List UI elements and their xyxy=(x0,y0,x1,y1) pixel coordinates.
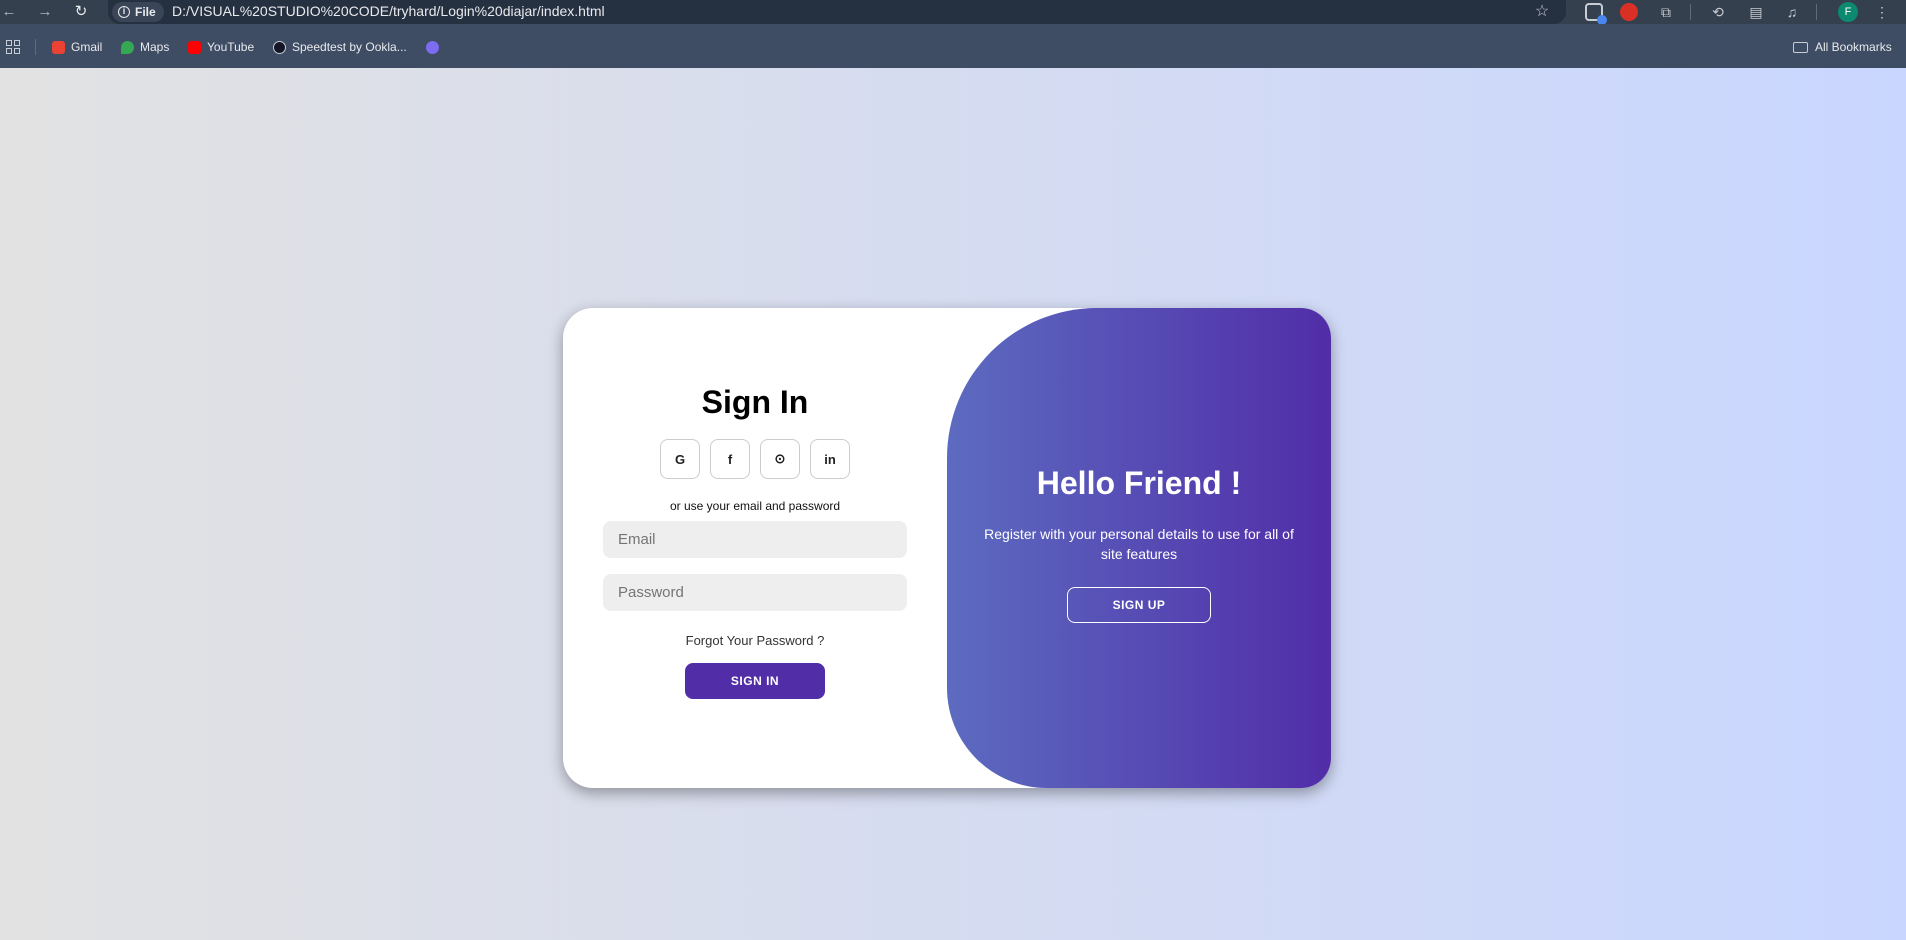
folder-icon xyxy=(1793,41,1808,53)
bookmarks-divider xyxy=(35,39,36,55)
bookmark-label: Speedtest by Ookla... xyxy=(292,40,407,54)
forgot-password-link[interactable]: Forgot Your Password ? xyxy=(686,633,825,648)
bookmark-youtube[interactable]: YouTube xyxy=(188,37,254,57)
alt-login-hint: or use your email and password xyxy=(669,499,841,513)
bookmark-maps[interactable]: Maps xyxy=(121,37,169,57)
sign-in-panel: Sign In G f ⊙ in or use your email and p… xyxy=(563,308,947,788)
extension-red-icon[interactable] xyxy=(1620,3,1638,21)
url-text[interactable]: D:/VISUAL%20STUDIO%20CODE/tryhard/Login%… xyxy=(172,0,605,24)
password-field[interactable] xyxy=(603,574,907,611)
app-shortcut-icon xyxy=(426,40,439,54)
login-card: Sign In G f ⊙ in or use your email and p… xyxy=(563,308,1331,788)
maps-pin-icon xyxy=(121,40,134,54)
all-bookmarks-button[interactable]: All Bookmarks xyxy=(1793,37,1892,57)
facebook-icon[interactable]: f xyxy=(710,439,750,479)
media-controls-icon[interactable]: ♫ xyxy=(1782,2,1802,22)
linkedin-icon[interactable]: in xyxy=(810,439,850,479)
reading-mode-icon[interactable]: ▤ xyxy=(1746,2,1766,22)
sign-in-title: Sign In xyxy=(701,384,809,420)
bookmark-speedtest[interactable]: Speedtest by Ookla... xyxy=(273,37,407,57)
extensions-puzzle-icon[interactable]: ⧉ xyxy=(1656,2,1676,22)
toolbar-divider xyxy=(1690,4,1691,20)
profile-avatar[interactable]: F xyxy=(1838,2,1858,22)
browser-toolbar: ← → ↻ i File D:/VISUAL%20STUDIO%20CODE/t… xyxy=(0,0,1906,25)
sign-up-button[interactable]: SIGN UP xyxy=(1067,587,1211,623)
back-icon[interactable]: ← xyxy=(0,2,20,22)
social-login-group: G f ⊙ in xyxy=(660,439,850,479)
bookmark-label: Gmail xyxy=(71,40,103,54)
speedtest-icon xyxy=(273,40,286,54)
toggle-title: Hello Friend ! xyxy=(1036,465,1242,501)
extension-icon[interactable] xyxy=(1585,3,1607,25)
file-chip-label: File xyxy=(135,5,156,19)
bookmark-label: Maps xyxy=(140,40,170,54)
toolbar-divider xyxy=(1816,4,1817,20)
toggle-description: Register with your personal details to u… xyxy=(984,526,1294,562)
email-field[interactable] xyxy=(603,521,907,558)
gmail-icon xyxy=(52,40,65,54)
youtube-icon xyxy=(188,40,201,54)
info-icon: i xyxy=(118,6,130,18)
all-bookmarks-label: All Bookmarks xyxy=(1815,40,1892,54)
history-icon[interactable]: ⟲ xyxy=(1708,2,1728,22)
address-bar[interactable]: i File D:/VISUAL%20STUDIO%20CODE/tryhard… xyxy=(108,0,1566,24)
apps-grid-icon[interactable] xyxy=(6,40,20,54)
page-background: Sign In G f ⊙ in or use your email and p… xyxy=(0,68,1906,940)
bookmark-gmail[interactable]: Gmail xyxy=(52,37,102,57)
site-info-chip[interactable]: i File xyxy=(112,2,164,22)
reload-icon[interactable]: ↻ xyxy=(70,2,92,22)
bookmark-label: YouTube xyxy=(207,40,255,54)
menu-kebab-icon[interactable]: ⋮ xyxy=(1872,2,1892,22)
github-icon[interactable]: ⊙ xyxy=(760,439,800,479)
forward-icon[interactable]: → xyxy=(34,2,56,22)
sign-in-button[interactable]: SIGN IN xyxy=(685,663,825,699)
bookmark-extension-shortcut[interactable] xyxy=(426,37,439,57)
toggle-panel: Hello Friend ! Register with your person… xyxy=(947,308,1331,788)
bookmark-star-icon[interactable]: ☆ xyxy=(1532,2,1552,22)
google-icon[interactable]: G xyxy=(660,439,700,479)
